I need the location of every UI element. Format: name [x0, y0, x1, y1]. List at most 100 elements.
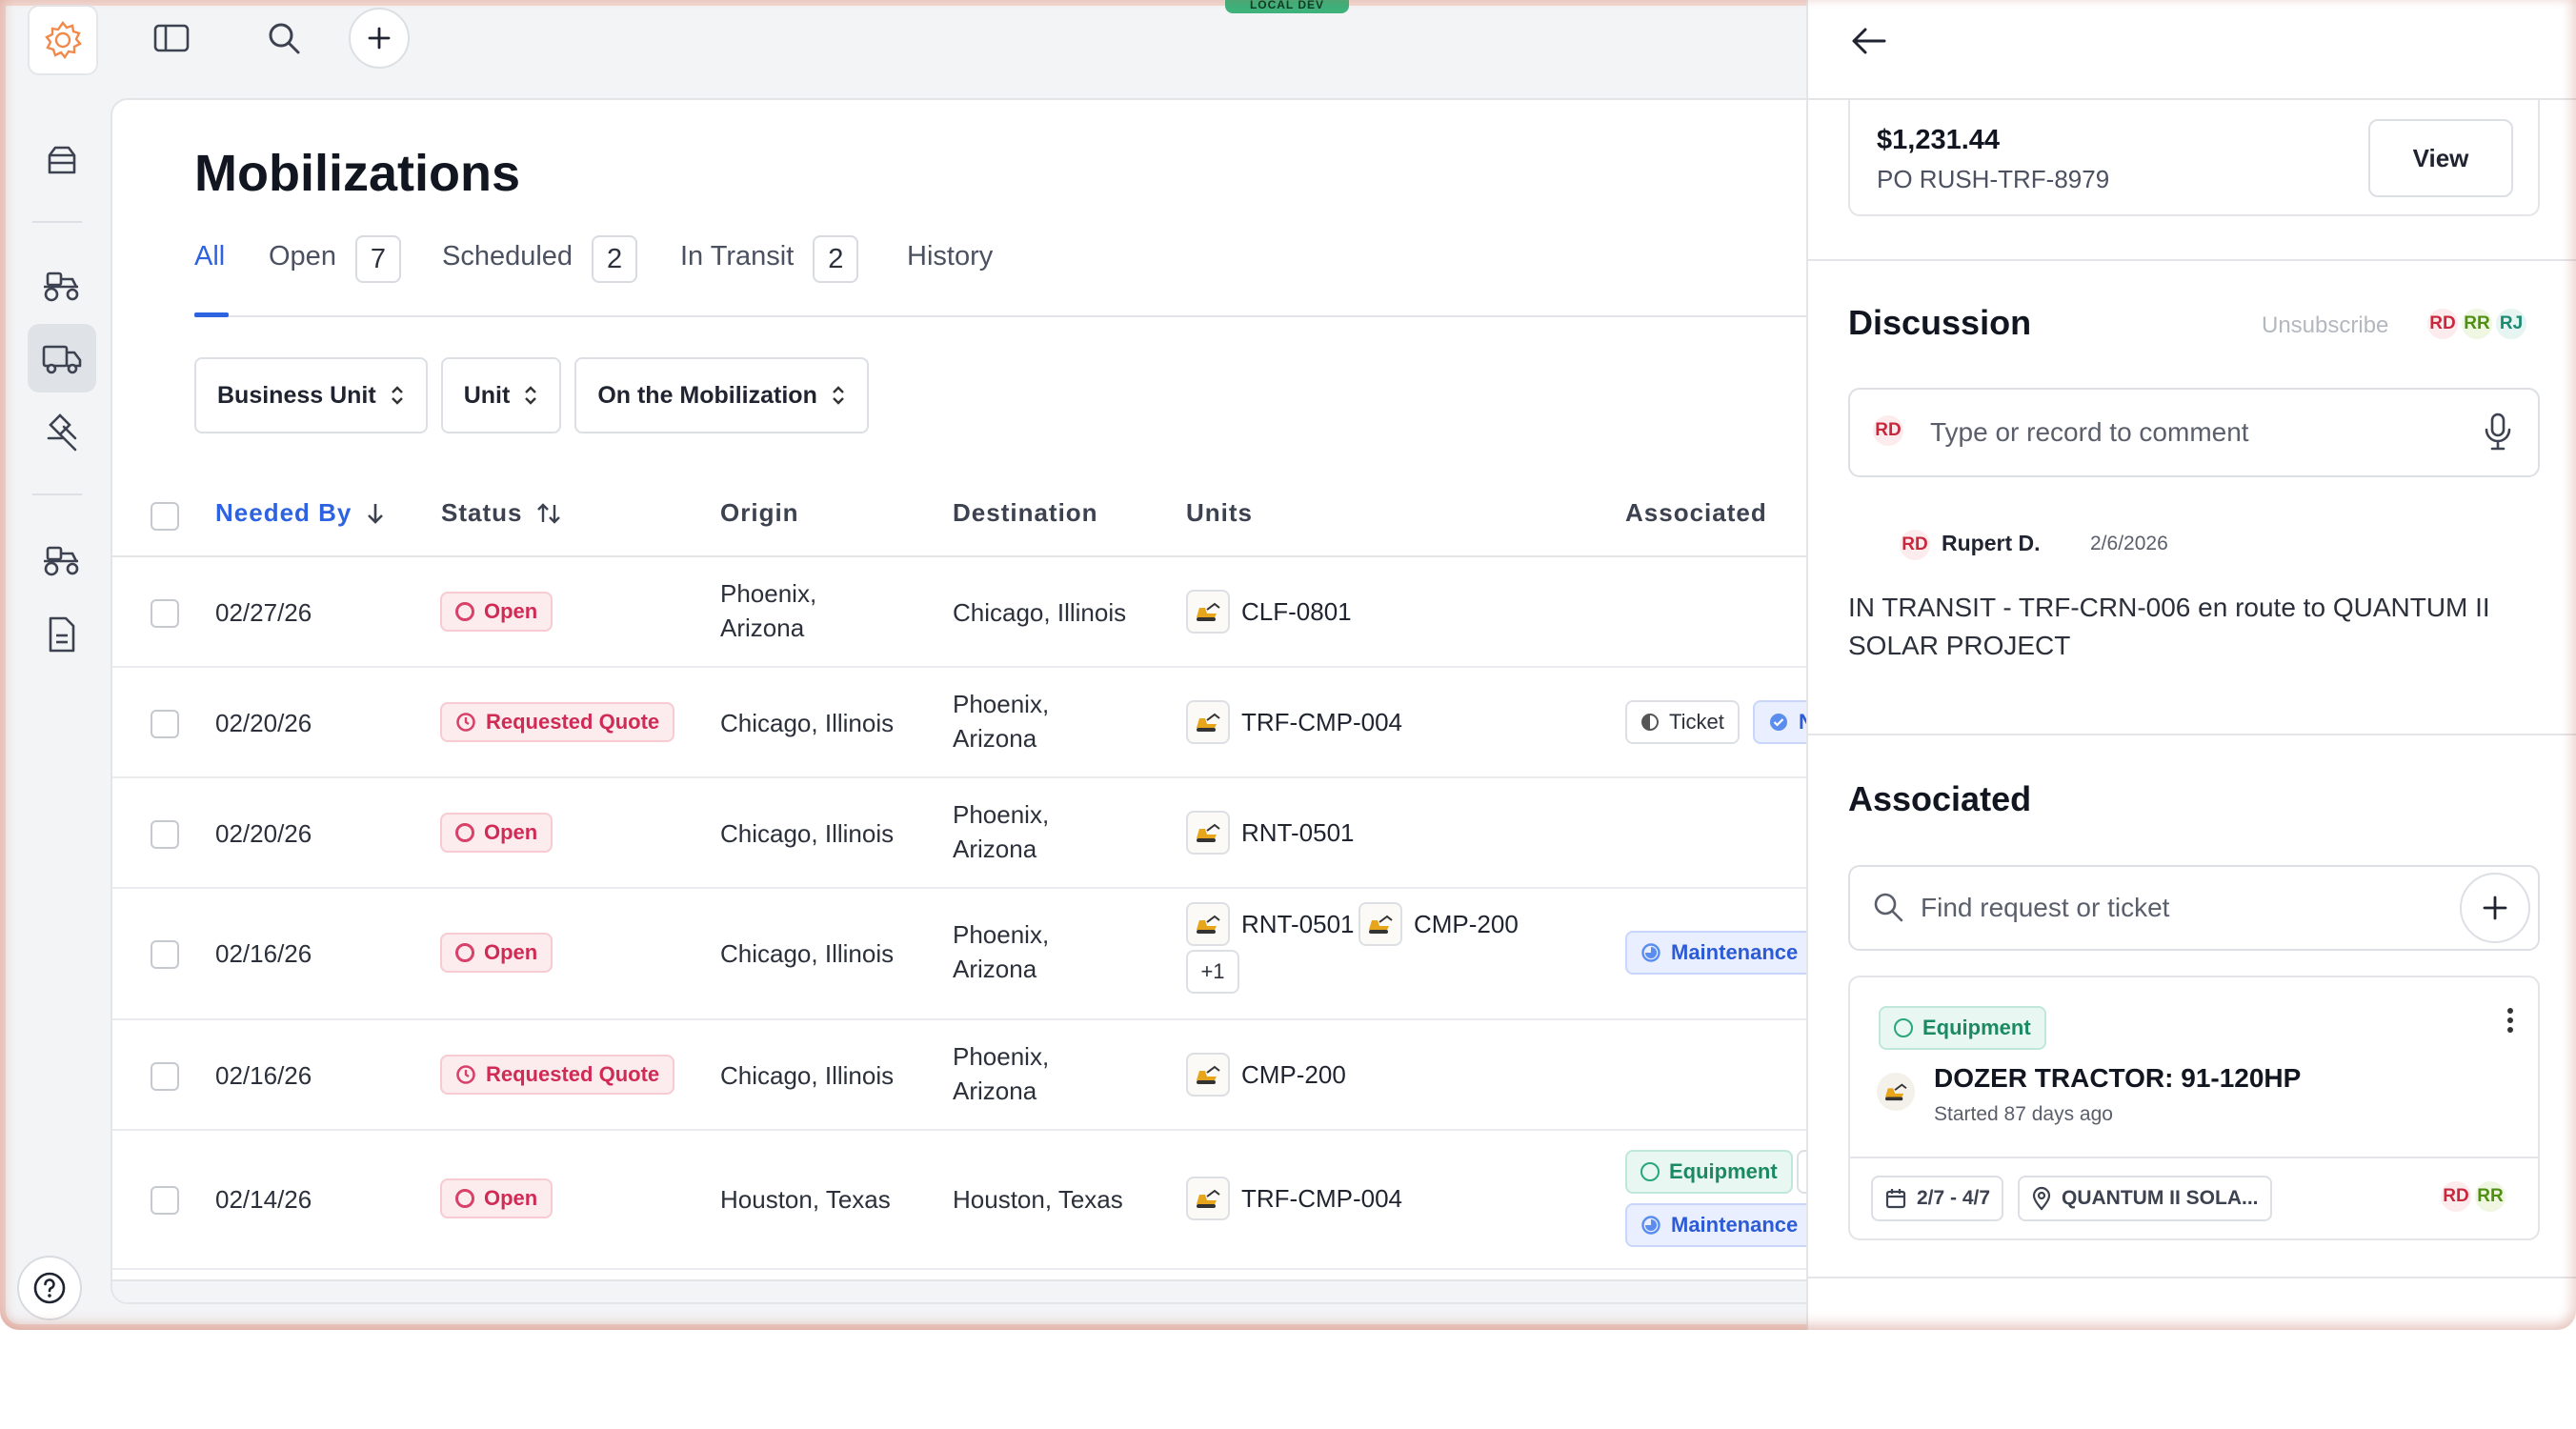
associated-item-title: DOZER TRACTOR: 91-120HP	[1934, 1063, 2302, 1093]
column-needed-by[interactable]: Needed By	[215, 498, 386, 528]
select-all-checkbox[interactable]	[151, 502, 179, 531]
table-row[interactable]: 02/20/26 Requested Quote Chicago, Illino…	[112, 668, 1922, 778]
section-divider	[1808, 734, 2576, 735]
unit-link[interactable]: CMP-200	[1358, 902, 1519, 946]
left-rail	[0, 0, 111, 1330]
microphone-icon[interactable]	[2483, 411, 2513, 457]
clock-status-icon	[456, 1065, 475, 1084]
status-label: Open	[484, 599, 538, 623]
unit-label: CMP-200	[1241, 1059, 1346, 1089]
check-circle-icon	[1770, 714, 1787, 731]
tab-all[interactable]: All	[194, 241, 225, 317]
documents-icon[interactable]	[28, 600, 96, 669]
search-icon	[1874, 893, 1903, 922]
maintenance-chip[interactable]: Maintenance	[1625, 1203, 1814, 1247]
destination-line: Arizona	[953, 955, 1037, 983]
business-unit-filter[interactable]: Business Unit	[194, 357, 428, 433]
tab-count: 7	[354, 235, 401, 283]
environment-badge: LOCAL DEV	[1225, 0, 1349, 13]
equipment-chip[interactable]: Equipment	[1625, 1150, 1793, 1194]
progress-circle-icon	[1641, 1216, 1660, 1235]
view-po-button[interactable]: View	[2368, 119, 2513, 197]
needed-by: 02/20/26	[215, 819, 312, 848]
unit-link[interactable]: CLF-0801	[1186, 590, 1352, 634]
row-checkbox[interactable]	[151, 1186, 179, 1215]
half-circle-icon	[1641, 714, 1659, 731]
tab-scheduled[interactable]: Scheduled 2	[442, 235, 638, 317]
location-pin-icon	[2032, 1186, 2051, 1211]
column-label: Status	[441, 498, 523, 527]
table-row[interactable]: 02/20/26 Open Chicago, Illinois Phoenix,…	[112, 778, 1922, 889]
tools-hammer-icon[interactable]	[28, 398, 96, 467]
unit-link[interactable]: RNT-0501	[1186, 811, 1355, 855]
unit-label: TRF-CMP-004	[1241, 707, 1403, 736]
chip-label: Maintenance	[1671, 940, 1799, 964]
destination-line: Phoenix,	[953, 920, 1050, 949]
comment-composer: RD	[1848, 388, 2540, 477]
progress-circle-icon	[1641, 943, 1660, 962]
tab-history[interactable]: History	[907, 241, 993, 317]
associated-search-input[interactable]	[1919, 888, 2456, 928]
needed-by: 02/20/26	[215, 709, 312, 737]
ticket-chip[interactable]: Ticket	[1625, 700, 1740, 744]
column-units[interactable]: Units	[1186, 498, 1253, 528]
comment-body: IN TRANSIT - TRF-CRN-006 en route to QUA…	[1848, 593, 2490, 660]
unit-link[interactable]: RNT-0501	[1186, 902, 1355, 946]
card-divider	[1850, 1157, 2538, 1158]
row-checkbox[interactable]	[151, 820, 179, 849]
more-units-button[interactable]: +1	[1186, 950, 1239, 994]
mobilizations-truck-icon[interactable]	[28, 324, 96, 392]
location-label: QUANTUM II SOLA...	[2062, 1187, 2259, 1209]
tab-label: All	[194, 241, 226, 272]
discussion-title: Discussion	[1848, 303, 2032, 342]
inventory-icon[interactable]	[28, 126, 96, 194]
unit-filter[interactable]: Unit	[440, 357, 562, 433]
associated-title: Associated	[1848, 779, 2032, 818]
help-icon[interactable]	[17, 1256, 82, 1320]
excavator-icon	[1186, 700, 1230, 744]
watcher-avatar: RR	[2460, 307, 2494, 341]
comment-input[interactable]	[1928, 413, 2465, 453]
toggle-sidebar-icon[interactable]	[141, 8, 202, 69]
row-checkbox[interactable]	[151, 710, 179, 738]
on-mobilization-filter[interactable]: On the Mobilization	[574, 357, 869, 433]
equipment-ring-icon	[1894, 1018, 1913, 1037]
table-row[interactable]: 02/16/26 Requested Quote Chicago, Illino…	[112, 1020, 1922, 1131]
table-row[interactable]: 02/14/26 Open Houston, Texas Houston, Te…	[112, 1131, 1922, 1270]
horizontal-scrollbar[interactable]	[112, 1279, 1922, 1302]
table-row[interactable]: 02/16/26 Open Chicago, Illinois Phoenix,…	[112, 889, 1922, 1020]
more-vertical-icon[interactable]	[2506, 1006, 2515, 1042]
unsubscribe-link[interactable]: Unsubscribe	[2262, 312, 2388, 339]
add-associated-plus-icon[interactable]	[2460, 873, 2530, 943]
destination-line: Phoenix,	[953, 1042, 1050, 1071]
equipment-tractor-icon[interactable]	[28, 250, 96, 318]
destination: Houston, Texas	[953, 1185, 1123, 1214]
watcher-avatar: RD	[2425, 307, 2460, 341]
column-status[interactable]: Status	[441, 498, 562, 528]
column-associated[interactable]: Associated	[1625, 498, 1767, 528]
tab-count: 2	[813, 235, 859, 283]
new-item-plus-icon[interactable]	[349, 8, 410, 69]
tab-in-transit[interactable]: In Transit 2	[680, 235, 859, 317]
row-checkbox[interactable]	[151, 1062, 179, 1091]
search-icon[interactable]	[253, 8, 314, 69]
unit-link[interactable]: TRF-CMP-004	[1186, 1177, 1402, 1220]
unit-link[interactable]: TRF-CMP-004	[1186, 700, 1402, 744]
tab-open[interactable]: Open 7	[269, 235, 401, 317]
unit-link[interactable]: CMP-200	[1186, 1053, 1346, 1097]
column-origin[interactable]: Origin	[720, 498, 799, 528]
comment-author: Rupert D.	[1942, 531, 2041, 555]
tab-label: Open	[269, 241, 336, 272]
column-destination[interactable]: Destination	[953, 498, 1098, 528]
origin: Chicago, Illinois	[720, 819, 895, 848]
rental-tractor-icon[interactable]	[28, 524, 96, 593]
row-checkbox[interactable]	[151, 940, 179, 969]
table-row[interactable]: 02/27/26 Open Phoenix, Arizona Chicago, I…	[112, 557, 1922, 668]
associated-card[interactable]: Equipment DOZER TRACTOR: 91-120HP Starte…	[1848, 976, 2540, 1240]
app-window: LOCAL DEV Mobilizations All Open 7 Sched…	[0, 0, 2576, 1330]
back-arrow-icon[interactable]	[1848, 17, 1905, 65]
row-checkbox[interactable]	[151, 599, 179, 628]
maintenance-chip[interactable]: Maintenance	[1625, 931, 1814, 975]
chip-label: Equipment	[1669, 1159, 1778, 1183]
app-logo-gear-icon[interactable]	[28, 5, 98, 75]
